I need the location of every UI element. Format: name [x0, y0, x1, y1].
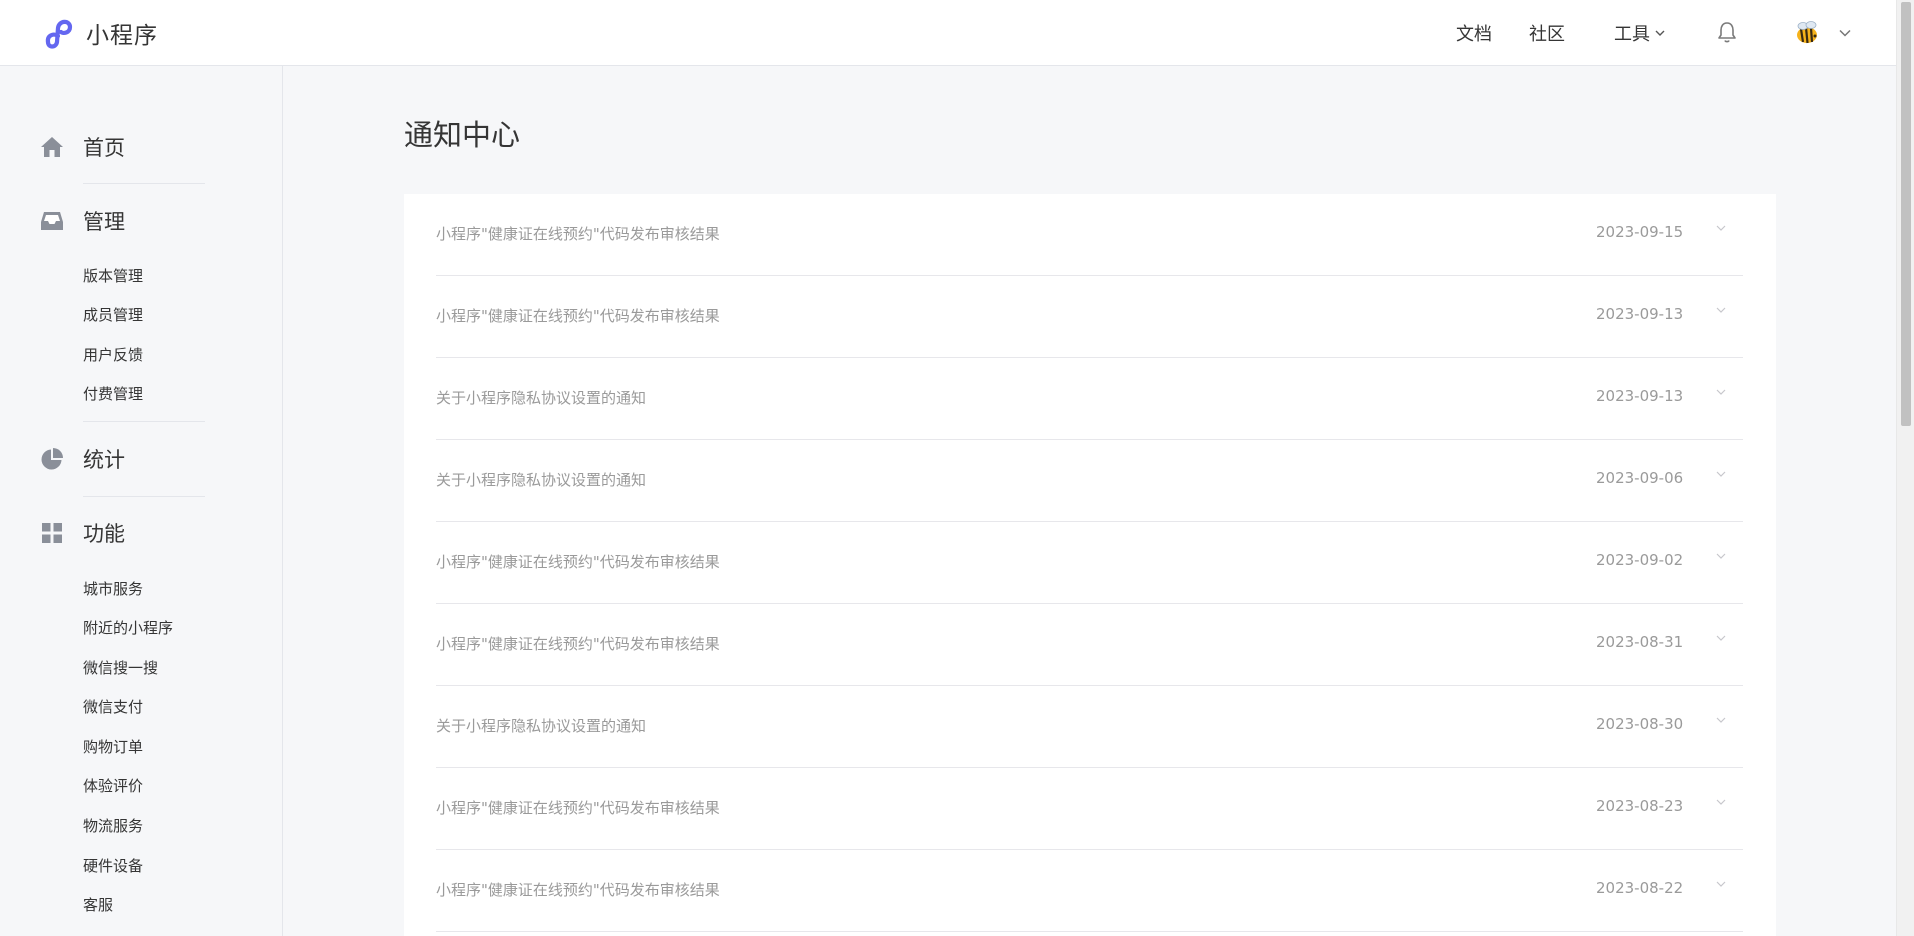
chevron-down-icon[interactable]	[1716, 635, 1726, 641]
sidebar: 首页 管理 版本管理 成员管理 用户反馈 付费管理 统计 功能 城市服务 附近的…	[0, 66, 283, 936]
chevron-down-icon[interactable]	[1716, 225, 1726, 231]
notification-title: 关于小程序隐私协议设置的通知	[436, 389, 647, 407]
sidebar-item-wechat-search[interactable]: 微信搜一搜	[83, 657, 158, 678]
page-scrollbar[interactable]	[1896, 0, 1914, 936]
chevron-down-icon[interactable]	[1716, 471, 1726, 477]
sidebar-divider	[83, 421, 205, 422]
sidebar-item-features[interactable]: 功能	[40, 518, 125, 548]
notification-title: 小程序"健康证在线预约"代码发布审核结果	[436, 881, 720, 899]
mini-program-logo-icon	[45, 19, 73, 49]
home-icon	[41, 137, 63, 157]
pie-chart-icon	[41, 448, 63, 470]
notification-title: 小程序"健康证在线预约"代码发布审核结果	[436, 307, 720, 325]
notification-title: 小程序"健康证在线预约"代码发布审核结果	[436, 799, 720, 817]
sidebar-item-home-label: 首页	[83, 136, 125, 160]
notification-item[interactable]: 小程序"健康证在线预约"代码发布审核结果 2023-09-15	[436, 194, 1743, 276]
sidebar-item-paid-manage[interactable]: 付费管理	[83, 383, 143, 404]
notification-date: 2023-09-02	[1596, 551, 1684, 569]
notification-item[interactable]: 关于小程序隐私协议设置的通知 2023-08-30	[436, 686, 1743, 768]
notification-list: 小程序"健康证在线预约"代码发布审核结果 2023-09-15 小程序"健康证在…	[404, 194, 1776, 936]
notification-title: 小程序"健康证在线预约"代码发布审核结果	[436, 225, 720, 243]
grid-icon	[42, 523, 62, 543]
sidebar-item-city-service[interactable]: 城市服务	[83, 578, 143, 599]
notification-date: 2023-08-23	[1596, 797, 1684, 815]
nav-docs[interactable]: 文档	[1456, 0, 1492, 66]
sidebar-item-user-feedback[interactable]: 用户反馈	[83, 344, 143, 365]
sidebar-item-features-label: 功能	[83, 522, 125, 546]
notification-date: 2023-09-13	[1596, 305, 1684, 323]
notification-item[interactable]: 关于小程序隐私协议设置的通知 2023-09-13	[436, 358, 1743, 440]
sidebar-divider	[83, 496, 205, 497]
sidebar-item-shopping-orders[interactable]: 购物订单	[83, 736, 143, 757]
notification-item[interactable]: 小程序"健康证在线预约"代码发布审核结果 2023-08-23	[436, 768, 1743, 850]
chevron-down-icon[interactable]	[1716, 799, 1726, 805]
chevron-down-icon[interactable]	[1716, 307, 1726, 313]
notification-title: 关于小程序隐私协议设置的通知	[436, 471, 647, 489]
logo[interactable]: 小程序	[42, 16, 158, 50]
notification-item[interactable]: 关于小程序隐私协议设置的通知 2023-09-06	[436, 440, 1743, 522]
app-title: 小程序	[86, 23, 158, 49]
notification-item[interactable]: 小程序"健康证在线预约"代码发布审核结果 2023-09-13	[436, 276, 1743, 358]
notification-date: 2023-09-13	[1596, 387, 1684, 405]
chevron-down-icon[interactable]	[1716, 717, 1726, 723]
nav-community-label: 社区	[1529, 24, 1565, 45]
notification-date: 2023-09-15	[1596, 223, 1684, 241]
page-title: 通知中心	[404, 118, 521, 152]
notification-item[interactable]: 小程序"健康证在线预约"代码发布审核结果 2023-08-22	[436, 850, 1743, 932]
inbox-icon	[41, 212, 63, 230]
nav-tools-label: 工具	[1614, 24, 1650, 45]
chevron-down-icon[interactable]	[1716, 881, 1726, 887]
notification-date: 2023-09-06	[1596, 469, 1684, 487]
nav-docs-label: 文档	[1456, 24, 1492, 45]
nav-tools-dropdown[interactable]: 工具	[1614, 0, 1666, 66]
sidebar-item-stats[interactable]: 统计	[40, 444, 125, 474]
notification-date: 2023-08-31	[1596, 633, 1684, 651]
notification-item[interactable]: 小程序"健康证在线预约"代码发布审核结果 2023-08-31	[436, 604, 1743, 686]
sidebar-item-version-manage[interactable]: 版本管理	[83, 265, 143, 286]
sidebar-item-logistics-service[interactable]: 物流服务	[83, 815, 143, 836]
sidebar-divider	[83, 183, 205, 184]
sidebar-item-stats-label: 统计	[83, 448, 125, 472]
notification-title: 小程序"健康证在线预约"代码发布审核结果	[436, 553, 720, 571]
sidebar-item-manage-label: 管理	[83, 210, 125, 234]
notification-date: 2023-08-30	[1596, 715, 1684, 733]
sidebar-item-customer-service[interactable]: 客服	[83, 894, 113, 915]
nav-community[interactable]: 社区	[1529, 0, 1565, 66]
sidebar-item-member-manage[interactable]: 成员管理	[83, 304, 143, 325]
notification-title: 关于小程序隐私协议设置的通知	[436, 717, 647, 735]
sidebar-item-home[interactable]: 首页	[40, 132, 125, 162]
sidebar-item-wechat-pay[interactable]: 微信支付	[83, 696, 143, 717]
top-bar: 小程序 文档 社区 工具	[0, 0, 1896, 66]
chevron-down-icon[interactable]	[1716, 553, 1726, 559]
notification-item[interactable]: 小程序"健康证在线预约"代码发布审核结果 2023-09-02	[436, 522, 1743, 604]
sidebar-item-hardware-device[interactable]: 硬件设备	[83, 855, 143, 876]
chevron-down-icon	[1655, 30, 1665, 36]
bee-avatar-icon[interactable]	[1792, 18, 1822, 48]
sidebar-item-manage[interactable]: 管理	[40, 206, 125, 236]
sidebar-item-nearby-mini-program[interactable]: 附近的小程序	[83, 617, 173, 638]
sidebar-item-experience-review[interactable]: 体验评价	[83, 775, 143, 796]
chevron-down-icon[interactable]	[1716, 389, 1726, 395]
notification-date: 2023-08-22	[1596, 879, 1684, 897]
notification-title: 小程序"健康证在线预约"代码发布审核结果	[436, 635, 720, 653]
scrollbar-thumb[interactable]	[1901, 2, 1911, 426]
bell-icon[interactable]	[1716, 20, 1738, 44]
account-dropdown-chevron-icon[interactable]	[1838, 27, 1852, 39]
